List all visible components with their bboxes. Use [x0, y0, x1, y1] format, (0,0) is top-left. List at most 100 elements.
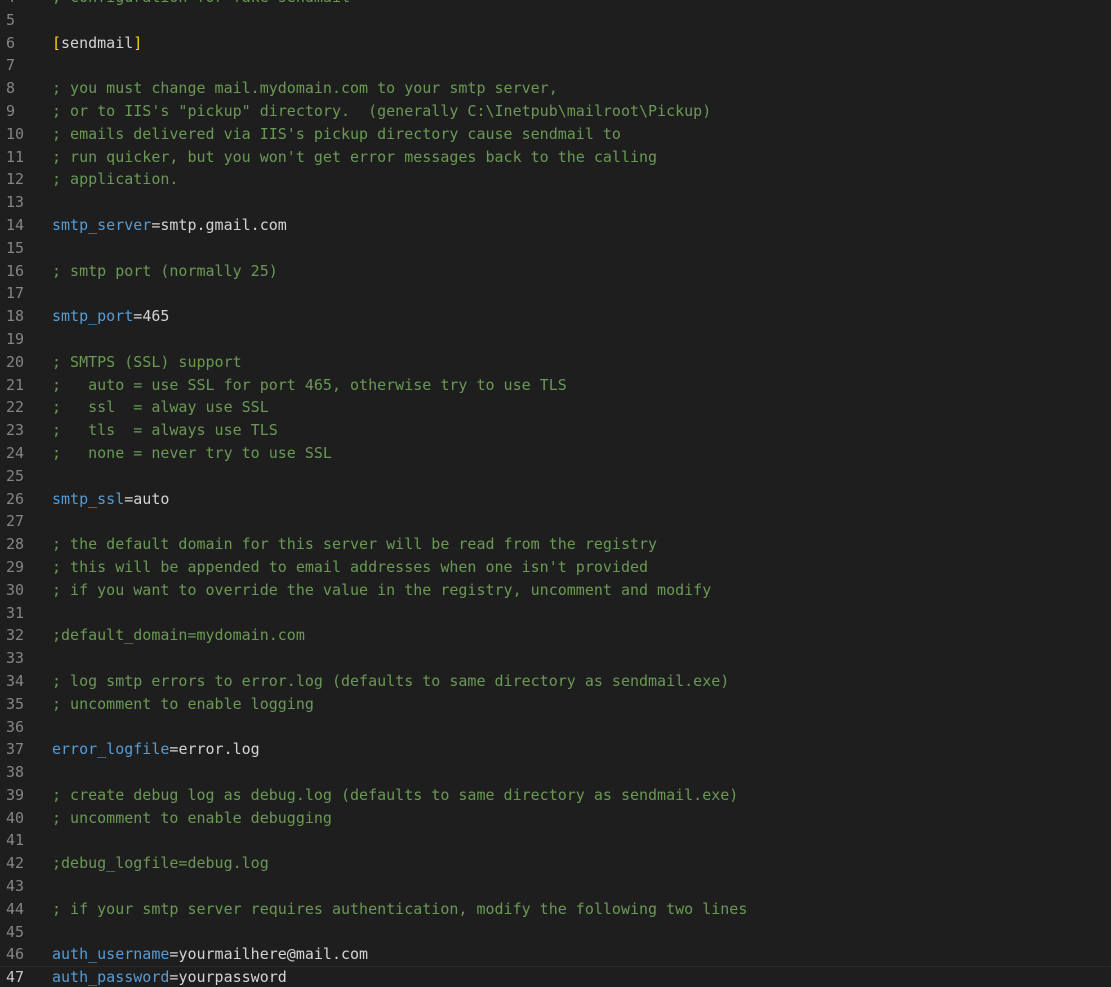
code-line[interactable]: 45 [0, 921, 1111, 944]
code-line[interactable]: 42 ;debug_logfile=debug.log [0, 852, 1111, 875]
setting-equals: = [133, 307, 143, 326]
line-number: 26 [6, 489, 25, 508]
code-line[interactable]: 29 ; this will be appended to email addre… [0, 556, 1111, 579]
code-line[interactable]: 47 auth_password=yourpassword [0, 966, 1111, 987]
line-content[interactable]: smtp_ssl=auto [52, 488, 169, 511]
line-content[interactable]: ; if your smtp server requires authentic… [52, 898, 747, 921]
code-line[interactable]: 37 error_logfile=error.log [0, 738, 1111, 761]
comment-text: ; application. [52, 170, 179, 189]
line-number: 5 [6, 10, 16, 29]
code-line[interactable]: 35 ; uncomment to enable logging [0, 693, 1111, 716]
code-line[interactable]: 26 smtp_ssl=auto [0, 488, 1111, 511]
editor-lines[interactable]: 4 ; configuration for fake sendmail 5 6 [sen… [0, 0, 1111, 987]
code-line[interactable]: 4 ; configuration for fake sendmail [0, 0, 1111, 9]
code-line[interactable]: 40 ; uncomment to enable debugging [0, 807, 1111, 830]
line-content[interactable]: ; log smtp errors to error.log (defaults… [52, 670, 729, 693]
comment-text: ;default_domain=mydomain.com [52, 626, 305, 645]
line-number: 17 [6, 284, 25, 303]
line-content[interactable]: smtp_port=465 [52, 305, 169, 328]
line-content[interactable]: ; run quicker, but you won't get error m… [52, 146, 657, 169]
setting-key: smtp_server [52, 215, 152, 234]
code-line[interactable]: 10 ; emails delivered via IIS's pickup di… [0, 123, 1111, 146]
code-line[interactable]: 46 auth_username=yourmailhere@mail.com [0, 943, 1111, 966]
setting-value: yourpassword [178, 968, 287, 987]
line-number: 32 [6, 626, 25, 645]
code-line[interactable]: 27 [0, 510, 1111, 533]
line-content[interactable]: ; you must change mail.mydomain.com to y… [52, 77, 558, 100]
code-line[interactable]: 18 smtp_port=465 [0, 305, 1111, 328]
code-line[interactable]: 31 [0, 602, 1111, 625]
code-line[interactable]: 32 ;default_domain=mydomain.com [0, 624, 1111, 647]
line-content[interactable]: [sendmail] [52, 32, 142, 55]
code-line[interactable]: 30 ; if you want to override the value in… [0, 579, 1111, 602]
code-line[interactable]: 34 ; log smtp errors to error.log (defaul… [0, 670, 1111, 693]
line-content[interactable]: ; auto = use SSL for port 465, otherwise… [52, 374, 567, 397]
comment-text: ; this will be appended to email address… [52, 557, 649, 576]
line-number: 33 [6, 649, 25, 668]
line-content[interactable]: ; create debug log as debug.log (default… [52, 784, 738, 807]
line-content[interactable]: auth_username=yourmailhere@mail.com [52, 943, 368, 966]
code-editor[interactable]: 4 ; configuration for fake sendmail 5 6 [sen… [0, 0, 1111, 987]
line-content[interactable]: ; this will be appended to email address… [52, 556, 648, 579]
line-content[interactable]: ; or to IIS's "pickup" directory. (gener… [52, 100, 711, 123]
line-content[interactable]: ;default_domain=mydomain.com [52, 624, 305, 647]
code-line[interactable]: 21 ; auto = use SSL for port 465, otherwi… [0, 374, 1111, 397]
code-line[interactable]: 9 ; or to IIS's "pickup" directory. (gene… [0, 100, 1111, 123]
line-content[interactable]: ; uncomment to enable logging [52, 693, 314, 716]
comment-text: ; auto = use SSL for port 465, otherwise… [52, 375, 567, 394]
code-line[interactable]: 38 [0, 761, 1111, 784]
line-number: 35 [6, 694, 25, 713]
section-open-bracket: [ [52, 33, 62, 52]
code-line[interactable]: 24 ; none = never try to use SSL [0, 442, 1111, 465]
code-line[interactable]: 8 ; you must change mail.mydomain.com to … [0, 77, 1111, 100]
code-line[interactable]: 5 [0, 9, 1111, 32]
line-content[interactable]: ; emails delivered via IIS's pickup dire… [52, 123, 621, 146]
line-content[interactable]: ; if you want to override the value in t… [52, 579, 711, 602]
line-content[interactable]: ;debug_logfile=debug.log [52, 852, 269, 875]
line-content[interactable]: auth_password=yourpassword [52, 966, 287, 987]
section-name: sendmail [61, 33, 134, 52]
code-line[interactable]: 20 ; SMTPS (SSL) support [0, 351, 1111, 374]
code-line[interactable]: 16 ; smtp port (normally 25) [0, 260, 1111, 283]
setting-value: yourmailhere@mail.com [178, 945, 369, 964]
line-number: 44 [6, 899, 25, 918]
setting-key: smtp_port [52, 307, 134, 326]
line-number: 27 [6, 512, 25, 531]
line-number: 20 [6, 352, 25, 371]
code-line[interactable]: 7 [0, 54, 1111, 77]
code-line[interactable]: 28 ; the default domain for this server w… [0, 533, 1111, 556]
code-line[interactable]: 23 ; tls = always use TLS [0, 419, 1111, 442]
line-content[interactable]: ; ssl = alway use SSL [52, 396, 269, 419]
code-line[interactable]: 25 [0, 465, 1111, 488]
line-number: 14 [6, 215, 25, 234]
line-content[interactable]: ; the default domain for this server wil… [52, 533, 657, 556]
code-line[interactable]: 39 ; create debug log as debug.log (defau… [0, 784, 1111, 807]
code-line[interactable]: 41 [0, 829, 1111, 852]
line-content[interactable]: ; tls = always use TLS [52, 419, 278, 442]
line-content[interactable]: ; SMTPS (SSL) support [52, 351, 242, 374]
code-line[interactable]: 33 [0, 647, 1111, 670]
code-line[interactable]: 19 [0, 328, 1111, 351]
line-content[interactable]: smtp_server=smtp.gmail.com [52, 214, 287, 237]
code-line[interactable]: 6 [sendmail] [0, 32, 1111, 55]
code-line[interactable]: 17 [0, 282, 1111, 305]
line-content[interactable]: error_logfile=error.log [52, 738, 260, 761]
code-line[interactable]: 11 ; run quicker, but you won't get error… [0, 146, 1111, 169]
comment-text: ; emails delivered via IIS's pickup dire… [52, 124, 621, 143]
code-line[interactable]: 15 [0, 237, 1111, 260]
line-number: 9 [6, 101, 16, 120]
comment-text: ; tls = always use TLS [52, 421, 278, 440]
line-content[interactable]: ; uncomment to enable debugging [52, 807, 332, 830]
code-line[interactable]: 12 ; application. [0, 168, 1111, 191]
code-line[interactable]: 13 [0, 191, 1111, 214]
line-content[interactable]: ; application. [52, 168, 178, 191]
line-content[interactable]: ; none = never try to use SSL [52, 442, 332, 465]
code-line[interactable]: 36 [0, 716, 1111, 739]
code-line[interactable]: 44 ; if your smtp server requires authent… [0, 898, 1111, 921]
line-content[interactable]: ; smtp port (normally 25) [52, 260, 278, 283]
code-line[interactable]: 14 smtp_server=smtp.gmail.com [0, 214, 1111, 237]
code-line[interactable]: 43 [0, 875, 1111, 898]
line-number: 12 [6, 170, 25, 189]
line-content[interactable]: ; configuration for fake sendmail [52, 0, 350, 9]
code-line[interactable]: 22 ; ssl = alway use SSL [0, 396, 1111, 419]
